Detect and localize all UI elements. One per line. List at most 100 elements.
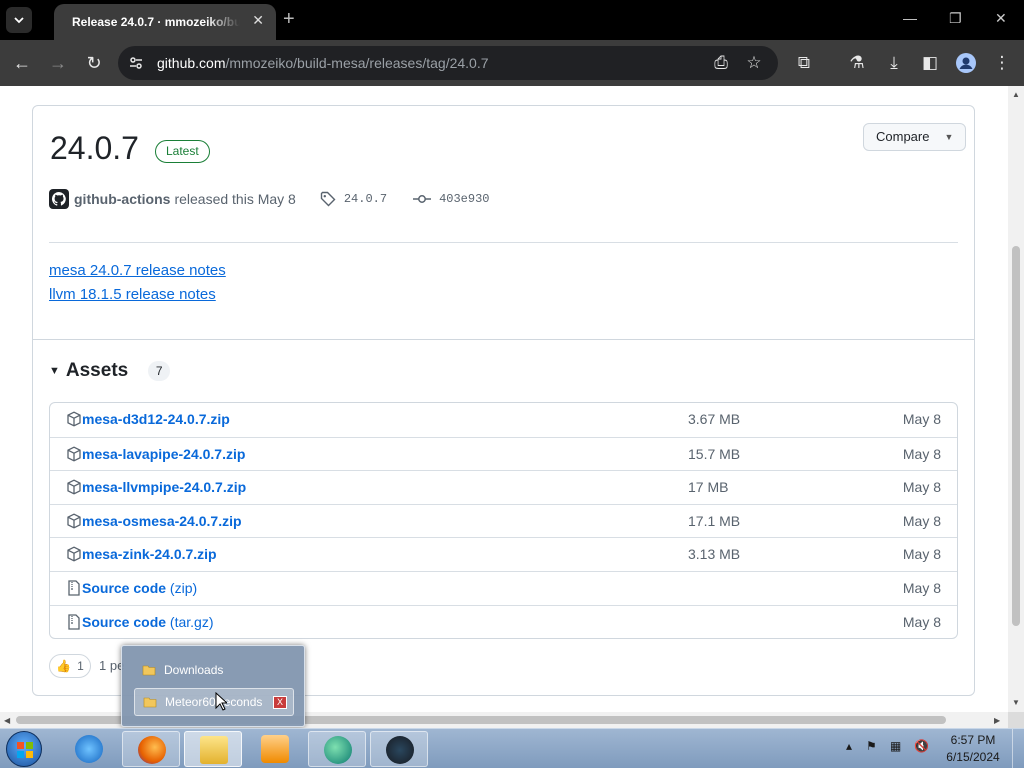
commit-icon <box>413 195 432 203</box>
asset-date: May 8 <box>902 613 941 630</box>
asset-download-link[interactable]: mesa-d3d12-24.0.7.zip <box>82 411 230 427</box>
labs-flask-icon[interactable]: ⚗ <box>846 52 868 74</box>
asset-download-link[interactable]: mesa-lavapipe-24.0.7.zip <box>82 446 245 462</box>
asset-download-link[interactable]: mesa-zink-24.0.7.zip <box>82 546 217 562</box>
vertical-scroll-thumb[interactable] <box>1012 246 1020 626</box>
package-icon <box>67 513 81 529</box>
reload-icon[interactable]: ↻ <box>83 52 105 74</box>
commit-link[interactable]: 403e930 <box>439 192 489 206</box>
vertical-scrollbar[interactable]: ▲ ▼ <box>1008 86 1024 712</box>
github-actions-avatar-icon[interactable] <box>49 189 69 209</box>
system-clock[interactable]: 6:57 PM 6/15/2024 <box>938 732 1008 766</box>
profile-avatar-icon[interactable] <box>955 52 977 74</box>
firefox-icon <box>138 736 166 764</box>
release-author-link[interactable]: github-actions <box>74 191 170 207</box>
asset-row: mesa-osmesa-24.0.7.zip 17.1 MB May 8 <box>50 503 957 538</box>
asset-download-link[interactable]: Source code (tar.gz) <box>82 614 214 630</box>
jump-item-label: Downloads <box>164 663 224 677</box>
back-icon[interactable]: ← <box>11 52 33 74</box>
taskbar-internet-explorer[interactable] <box>60 731 118 767</box>
thumbs-up-icon: 👍 <box>56 659 72 673</box>
windows-taskbar: ▴ ⚑ ▦ 🔇 6:57 PM 6/15/2024 <box>0 728 1024 769</box>
volume-muted-icon[interactable]: 🔇 <box>914 739 929 753</box>
asset-row: mesa-lavapipe-24.0.7.zip 15.7 MB May 8 <box>50 436 957 471</box>
jump-item-downloads[interactable]: Downloads <box>134 656 294 684</box>
taskbar-edge[interactable] <box>308 731 366 767</box>
tab-search-button[interactable] <box>6 7 32 33</box>
scroll-right-icon[interactable]: ▶ <box>994 716 1000 725</box>
active-tab[interactable]: Release 24.0.7 · mmozeiko/build-mesa ✕ <box>54 4 276 40</box>
reaction-button[interactable]: 👍 1 <box>49 654 91 678</box>
edge-icon <box>324 736 352 764</box>
release-version-title[interactable]: 24.0.7 <box>50 130 139 167</box>
address-bar[interactable]: github.com/mmozeiko/build-mesa/releases/… <box>118 46 778 80</box>
asset-date: May 8 <box>902 546 941 563</box>
bookmark-star-icon[interactable]: ☆ <box>743 52 765 74</box>
asset-row: mesa-llvmpipe-24.0.7.zip 17 MB May 8 <box>50 470 957 504</box>
media-player-icon <box>261 735 289 763</box>
compare-label: Compare <box>876 129 930 144</box>
asset-size: 3.13 MB <box>688 546 741 563</box>
package-icon <box>67 411 81 427</box>
release-meta: github-actions released this May 8 24.0.… <box>49 188 489 210</box>
show-hidden-icons-icon[interactable]: ▴ <box>846 739 852 753</box>
asset-size: 17 MB <box>688 479 729 496</box>
asset-date: May 8 <box>902 479 941 496</box>
package-icon <box>67 546 81 562</box>
latest-badge: Latest <box>155 140 210 163</box>
asset-size: 17.1 MB <box>688 512 741 529</box>
browser-toolbar: ← → ↻ github.com/mmozeiko/build-mesa/rel… <box>0 40 1024 86</box>
asset-date: May 8 <box>902 512 941 529</box>
asset-row: mesa-d3d12-24.0.7.zip 3.67 MB May 8 <box>50 403 957 437</box>
folder-icon <box>142 665 156 676</box>
asset-row: Source code (zip) May 8 <box>50 570 957 605</box>
asset-date: May 8 <box>902 579 941 596</box>
released-date-text: released this May 8 <box>174 191 296 207</box>
asset-download-link[interactable]: mesa-osmesa-24.0.7.zip <box>82 513 242 529</box>
mesa-release-notes-link[interactable]: mesa 24.0.7 release notes <box>49 262 226 279</box>
show-desktop-button[interactable] <box>1012 729 1024 769</box>
close-window-icon[interactable]: X <box>273 696 287 709</box>
side-panel-icon[interactable]: ◧ <box>919 52 941 74</box>
asset-row: mesa-zink-24.0.7.zip 3.13 MB May 8 <box>50 537 957 571</box>
chevron-down-icon <box>14 17 24 24</box>
site-info-icon[interactable] <box>128 55 144 71</box>
forward-icon[interactable]: → <box>47 52 69 74</box>
llvm-release-notes-link[interactable]: llvm 18.1.5 release notes <box>49 286 216 303</box>
caret-down-icon: ▼ <box>944 132 954 142</box>
compare-button[interactable]: Compare ▼ <box>863 123 967 151</box>
url-text[interactable]: github.com/mmozeiko/build-mesa/releases/… <box>157 55 489 71</box>
network-icon[interactable]: ▦ <box>890 739 901 753</box>
tab-close-icon[interactable]: ✕ <box>252 12 264 29</box>
asset-size: 3.67 MB <box>688 411 741 427</box>
package-icon <box>67 479 81 495</box>
tag-link[interactable]: 24.0.7 <box>344 192 387 206</box>
taskbar-steam[interactable] <box>370 731 428 767</box>
jump-item-meteor60seconds[interactable]: Meteor60Seconds X <box>134 688 294 716</box>
divider <box>33 339 974 340</box>
taskbar-firefox[interactable] <box>122 731 180 767</box>
scroll-up-icon[interactable]: ▲ <box>1012 90 1020 99</box>
window-close-icon[interactable]: ✕ <box>995 10 1007 27</box>
start-button[interactable] <box>6 731 42 767</box>
extensions-icon[interactable]: ⧉ <box>793 52 815 74</box>
tag-icon <box>320 191 336 207</box>
scroll-left-icon[interactable]: ◀ <box>4 716 10 725</box>
downloads-icon[interactable]: ⤓ <box>883 52 905 74</box>
folder-icon <box>143 697 157 708</box>
asset-download-link[interactable]: mesa-llvmpipe-24.0.7.zip <box>82 479 246 495</box>
browser-menu-icon[interactable]: ⋮ <box>991 52 1013 74</box>
restore-icon[interactable]: ❐ <box>949 10 962 27</box>
action-center-flag-icon[interactable]: ⚑ <box>866 739 877 753</box>
taskbar-media-player[interactable] <box>246 731 304 767</box>
file-zip-icon <box>68 580 80 596</box>
asset-download-link[interactable]: Source code (zip) <box>82 580 197 596</box>
taskbar-file-explorer[interactable] <box>184 731 242 767</box>
mouse-cursor-icon <box>215 692 227 711</box>
scroll-down-icon[interactable]: ▼ <box>1012 698 1020 707</box>
new-tab-button[interactable]: + <box>283 8 295 31</box>
assets-list: mesa-d3d12-24.0.7.zip 3.67 MB May 8 mesa-la… <box>49 402 958 640</box>
minimize-icon[interactable]: — <box>903 10 917 26</box>
install-app-icon[interactable]: ⎙ <box>710 52 732 74</box>
assets-toggle[interactable]: ▼ Assets 7 <box>49 360 171 382</box>
